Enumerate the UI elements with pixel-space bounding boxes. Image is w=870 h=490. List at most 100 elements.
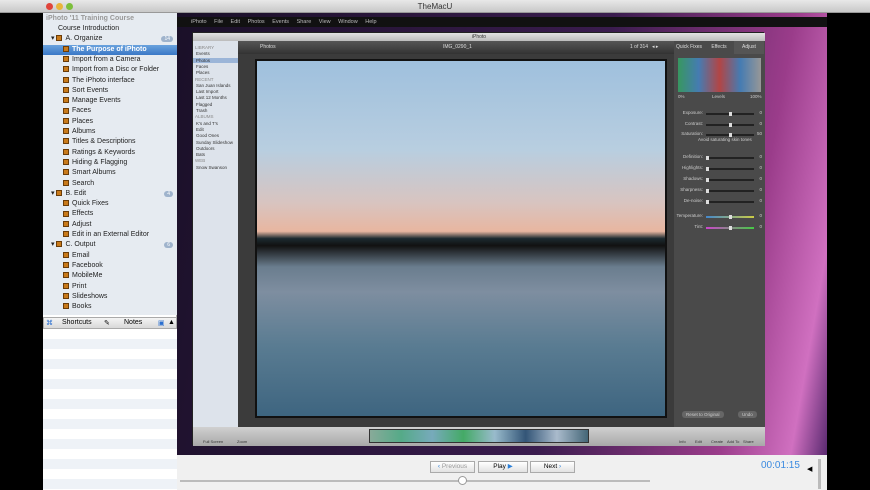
print-icon[interactable]: ▲	[168, 319, 175, 326]
slider-track[interactable]	[706, 201, 754, 203]
section-item[interactable]: ▾ B. Edit 4	[43, 189, 177, 199]
lesson-item[interactable]: Places	[43, 117, 177, 127]
slider-knob[interactable]	[706, 178, 709, 182]
lesson-item[interactable]: Sort Events	[43, 86, 177, 96]
lesson-item[interactable]: Import from a Camera	[43, 55, 177, 65]
adjust-slider[interactable]: Highlights: 0	[676, 165, 762, 173]
lesson-item[interactable]: Import from a Disc or Folder	[43, 65, 177, 75]
minimize-button[interactable]	[56, 3, 63, 10]
tab-shortcuts[interactable]: Shortcuts	[62, 319, 92, 326]
lesson-item[interactable]: Faces	[43, 106, 177, 116]
source-item[interactable]: Photos	[193, 57, 238, 63]
lesson-item[interactable]: Course Introduction	[43, 24, 177, 34]
zoom-button[interactable]	[66, 3, 73, 10]
tool-share[interactable]: Share	[743, 439, 754, 444]
menu-file[interactable]: File	[214, 19, 223, 25]
save-icon[interactable]: ▣	[158, 319, 165, 327]
source-item[interactable]: Bats	[196, 152, 205, 157]
fullscreen-button[interactable]: Full Screen	[203, 439, 223, 444]
progress-track[interactable]	[180, 480, 650, 482]
tool-edit[interactable]: Edit	[695, 439, 702, 444]
adjust-slider[interactable]: Saturation: 50	[676, 131, 762, 139]
lesson-item[interactable]: The Purpose of iPhoto	[43, 44, 177, 55]
lesson-item[interactable]: Books	[43, 302, 177, 312]
lesson-item[interactable]: Ratings & Keywords	[43, 148, 177, 158]
source-item[interactable]: Events	[196, 51, 210, 56]
tab-notes[interactable]: Notes	[124, 319, 142, 326]
prev-next-icons[interactable]: ◂ ▸	[652, 41, 658, 54]
lesson-item[interactable]: Titles & Descriptions	[43, 137, 177, 147]
lesson-item[interactable]: Slideshows	[43, 292, 177, 302]
slider-knob[interactable]	[729, 133, 732, 137]
tool-add-to[interactable]: Add To	[727, 439, 739, 444]
menu-help[interactable]: Help	[365, 19, 376, 25]
edited-photo[interactable]	[255, 59, 667, 418]
lesson-item[interactable]: Edit in an External Editor	[43, 230, 177, 240]
adjust-slider[interactable]: Definition: 0	[676, 154, 762, 162]
slider-track[interactable]	[706, 179, 754, 181]
source-item[interactable]: Places	[196, 70, 210, 75]
slider-track[interactable]	[706, 190, 754, 192]
lesson-item[interactable]: The iPhoto interface	[43, 76, 177, 86]
play-button[interactable]: Play ▶	[478, 461, 528, 473]
source-item[interactable]: Edit	[196, 127, 204, 132]
source-item[interactable]: Faces	[196, 64, 208, 69]
source-item[interactable]: Trash	[196, 108, 207, 113]
lesson-item[interactable]: Smart Albums	[43, 168, 177, 178]
lesson-item[interactable]: MobileMe	[43, 271, 177, 281]
adjust-slider[interactable]: Shadows: 0	[676, 176, 762, 184]
adjust-slider[interactable]: Contrast: 0	[676, 121, 762, 129]
volume-slider[interactable]	[818, 459, 821, 489]
tab-effects[interactable]: Effects	[704, 41, 734, 54]
slider-knob[interactable]	[729, 112, 732, 116]
lesson-item[interactable]: Manage Events	[43, 96, 177, 106]
menu-events[interactable]: Events	[272, 19, 289, 25]
slider-track[interactable]	[706, 157, 754, 159]
close-button[interactable]	[46, 3, 53, 10]
tab-adjust[interactable]: Adjust	[734, 41, 764, 54]
slider-knob[interactable]	[706, 189, 709, 193]
adjust-slider[interactable]: Sharpness: 0	[676, 187, 762, 195]
slider-track[interactable]	[706, 168, 754, 170]
source-item[interactable]: San Juan Islands	[196, 83, 231, 88]
menu-photos[interactable]: Photos	[248, 19, 265, 25]
source-item[interactable]: K's and T's	[196, 121, 218, 126]
source-item[interactable]: Flagged	[196, 102, 212, 107]
progress-knob[interactable]	[458, 476, 467, 485]
lesson-item[interactable]: Adjust	[43, 220, 177, 230]
menu-window[interactable]: Window	[338, 19, 358, 25]
slider-knob[interactable]	[729, 215, 732, 219]
lesson-item[interactable]: Email	[43, 251, 177, 261]
source-item[interactable]: Good Ones	[196, 133, 219, 138]
section-item[interactable]: ▾ C. Output 6	[43, 240, 177, 250]
lesson-item[interactable]: Print	[43, 282, 177, 292]
slider-knob[interactable]	[729, 123, 732, 127]
reset-button[interactable]: Reset to Original	[682, 411, 724, 418]
adjust-slider[interactable]: De-noise: 0	[676, 198, 762, 206]
undo-button[interactable]: Undo	[738, 411, 757, 418]
thumbnail-strip[interactable]	[369, 429, 589, 443]
slider-knob[interactable]	[729, 226, 732, 230]
menu-iphoto[interactable]: iPhoto	[191, 19, 207, 25]
source-item[interactable]: Last Import	[196, 89, 219, 94]
slider-knob[interactable]	[706, 200, 709, 204]
next-button[interactable]: Next ›	[530, 461, 575, 473]
adjust-slider[interactable]: Tint: 0	[676, 224, 762, 232]
previous-button[interactable]: ‹ Previous	[430, 461, 475, 473]
lesson-item[interactable]: Facebook	[43, 261, 177, 271]
adjust-slider[interactable]: Temperature: 0	[676, 213, 762, 221]
slider-knob[interactable]	[706, 156, 709, 160]
zoom-slider[interactable]: Zoom	[237, 439, 247, 444]
adjust-slider[interactable]: Exposure: 0	[676, 110, 762, 118]
source-item[interactable]: Snow Swanson	[196, 165, 227, 170]
tab-quick-fixes[interactable]: Quick Fixes	[674, 41, 704, 54]
tool-create[interactable]: Create	[711, 439, 723, 444]
slider-knob[interactable]	[706, 167, 709, 171]
levels-histogram[interactable]	[678, 58, 761, 92]
lesson-item[interactable]: Hiding & Flagging	[43, 158, 177, 168]
lesson-item[interactable]: Albums	[43, 127, 177, 137]
section-item[interactable]: ▾ A. Organize 14	[43, 34, 177, 44]
source-item[interactable]: Last 12 Months	[196, 95, 227, 100]
tool-info[interactable]: Info	[679, 439, 686, 444]
menu-edit[interactable]: Edit	[231, 19, 240, 25]
